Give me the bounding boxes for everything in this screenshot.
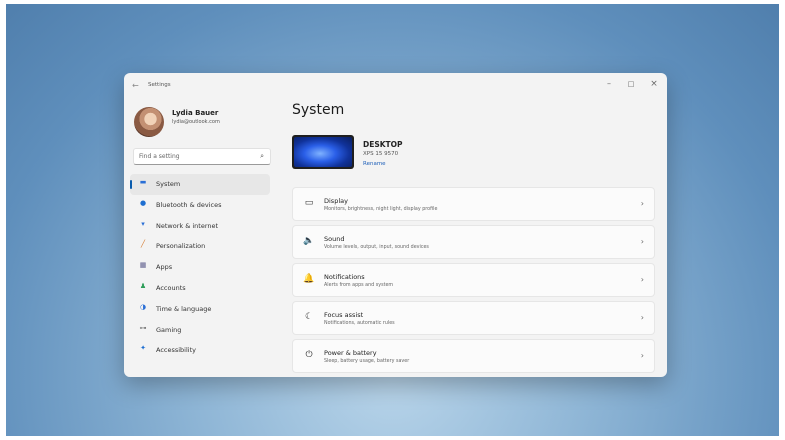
chevron-right-icon: ›: [640, 199, 644, 208]
globe-clock-icon: ◑: [139, 302, 147, 311]
close-button[interactable]: ×: [643, 76, 665, 92]
maximize-button[interactable]: □: [620, 76, 642, 92]
sidebar-item-time-language[interactable]: ◑ Time & language: [130, 299, 270, 320]
settings-cards: ▭ Display Monitors, brightness, night ligh…: [292, 187, 655, 377]
search-input[interactable]: Find a setting ⌕: [133, 148, 271, 165]
screenshot-border-bottom: [0, 436, 785, 440]
back-arrow-icon[interactable]: ←: [132, 81, 139, 90]
sidebar-item-label: Personalization: [156, 242, 206, 251]
settings-card-display[interactable]: ▭ Display Monitors, brightness, night ligh…: [292, 187, 655, 221]
user-name: Lydia Bauer: [172, 109, 219, 117]
sidebar-item-label: Time & language: [156, 304, 212, 313]
chevron-right-icon: ›: [640, 237, 644, 246]
sidebar-item-system[interactable]: ▬ System: [130, 174, 270, 195]
card-subtitle: Alerts from apps and system: [324, 283, 394, 288]
sidebar-item-gaming[interactable]: ⊶ Gaming: [130, 320, 270, 341]
settings-card-power-battery[interactable]: ⏻ Power & battery Sleep, battery usage, ba…: [292, 339, 655, 373]
screenshot-border-right: [779, 0, 785, 440]
bell-icon: 🔔: [303, 274, 315, 284]
card-title: Sound: [324, 235, 345, 243]
sidebar-item-label: Gaming: [156, 325, 182, 334]
person-icon: ♟: [139, 281, 147, 290]
card-subtitle: Monitors, brightness, night light, displ…: [324, 207, 438, 212]
monitor-icon: ▬: [139, 178, 147, 186]
card-title: Display: [324, 197, 348, 205]
sidebar-item-network-internet[interactable]: ▾ Network & internet: [130, 216, 270, 237]
apps-icon: ▦: [139, 261, 147, 270]
search-icon[interactable]: ⌕: [260, 152, 264, 161]
user-email: lydia@outlook.com: [172, 119, 220, 125]
title-bar: ← Settings – □ ×: [124, 73, 667, 101]
minimize-button[interactable]: –: [598, 76, 620, 92]
chevron-right-icon: ›: [640, 351, 644, 360]
avatar[interactable]: [134, 107, 164, 137]
card-title: Focus assist: [324, 311, 364, 319]
sidebar-item-label: Accounts: [156, 283, 186, 292]
rename-link[interactable]: Rename: [363, 161, 386, 167]
settings-card-focus-assist[interactable]: ☾ Focus assist Notifications, automatic ru…: [292, 301, 655, 335]
sidebar-item-label: Accessibility: [156, 346, 196, 355]
card-title: Power & battery: [324, 349, 377, 357]
settings-card-sound[interactable]: 🔈 Sound Volume levels, output, input, soun…: [292, 225, 655, 259]
sidebar-nav: ▬ System ● Bluetooth & devices ▾ Network & in…: [130, 174, 270, 361]
bluetooth-icon: ●: [139, 198, 147, 207]
sidebar-item-label: System: [156, 180, 181, 188]
sidebar-item-label: Network & internet: [156, 221, 219, 230]
sidebar-item-apps[interactable]: ▦ Apps: [130, 257, 270, 278]
device-name: DESKTOP: [363, 140, 403, 149]
chevron-right-icon: ›: [640, 275, 644, 284]
card-subtitle: Sleep, battery usage, battery saver: [324, 359, 410, 364]
sidebar-item-accessibility[interactable]: ✦ Accessibility: [130, 340, 270, 361]
device-wallpaper: [294, 137, 352, 167]
sidebar-item-bluetooth-devices[interactable]: ● Bluetooth & devices: [130, 195, 270, 216]
window-title: Settings: [148, 82, 171, 88]
wifi-icon: ▾: [141, 219, 145, 228]
settings-card-notifications[interactable]: 🔔 Notifications Alerts from apps and syste…: [292, 263, 655, 297]
display-icon: ▭: [304, 198, 314, 208]
controller-icon: ⊶: [139, 323, 147, 332]
device-model: XPS 15 9570: [363, 151, 399, 157]
settings-window: ← Settings – □ × Lydia Bauer lydia@outlo…: [124, 73, 667, 377]
sidebar-item-accounts[interactable]: ♟ Accounts: [130, 278, 270, 299]
accessibility-icon: ✦: [140, 344, 146, 353]
search-placeholder: Find a setting: [139, 153, 180, 160]
power-icon: ⏻: [305, 350, 313, 360]
selected-indicator: [130, 180, 132, 189]
device-image: [292, 135, 354, 169]
chevron-right-icon: ›: [640, 313, 644, 322]
speaker-icon: 🔈: [303, 236, 315, 246]
sidebar-item-label: Apps: [156, 263, 173, 272]
screenshot-border-top: [0, 0, 785, 4]
sidebar-item-personalization[interactable]: ╱ Personalization: [130, 236, 270, 257]
brush-icon: ╱: [140, 240, 146, 249]
screenshot-border-left: [0, 0, 6, 440]
card-subtitle: Volume levels, output, input, sound devi…: [324, 245, 429, 250]
page-title: System: [292, 102, 345, 118]
sidebar-item-label: Bluetooth & devices: [156, 200, 222, 209]
card-title: Notifications: [324, 273, 365, 281]
card-subtitle: Notifications, automatic rules: [324, 321, 395, 326]
moon-icon: ☾: [304, 312, 314, 322]
